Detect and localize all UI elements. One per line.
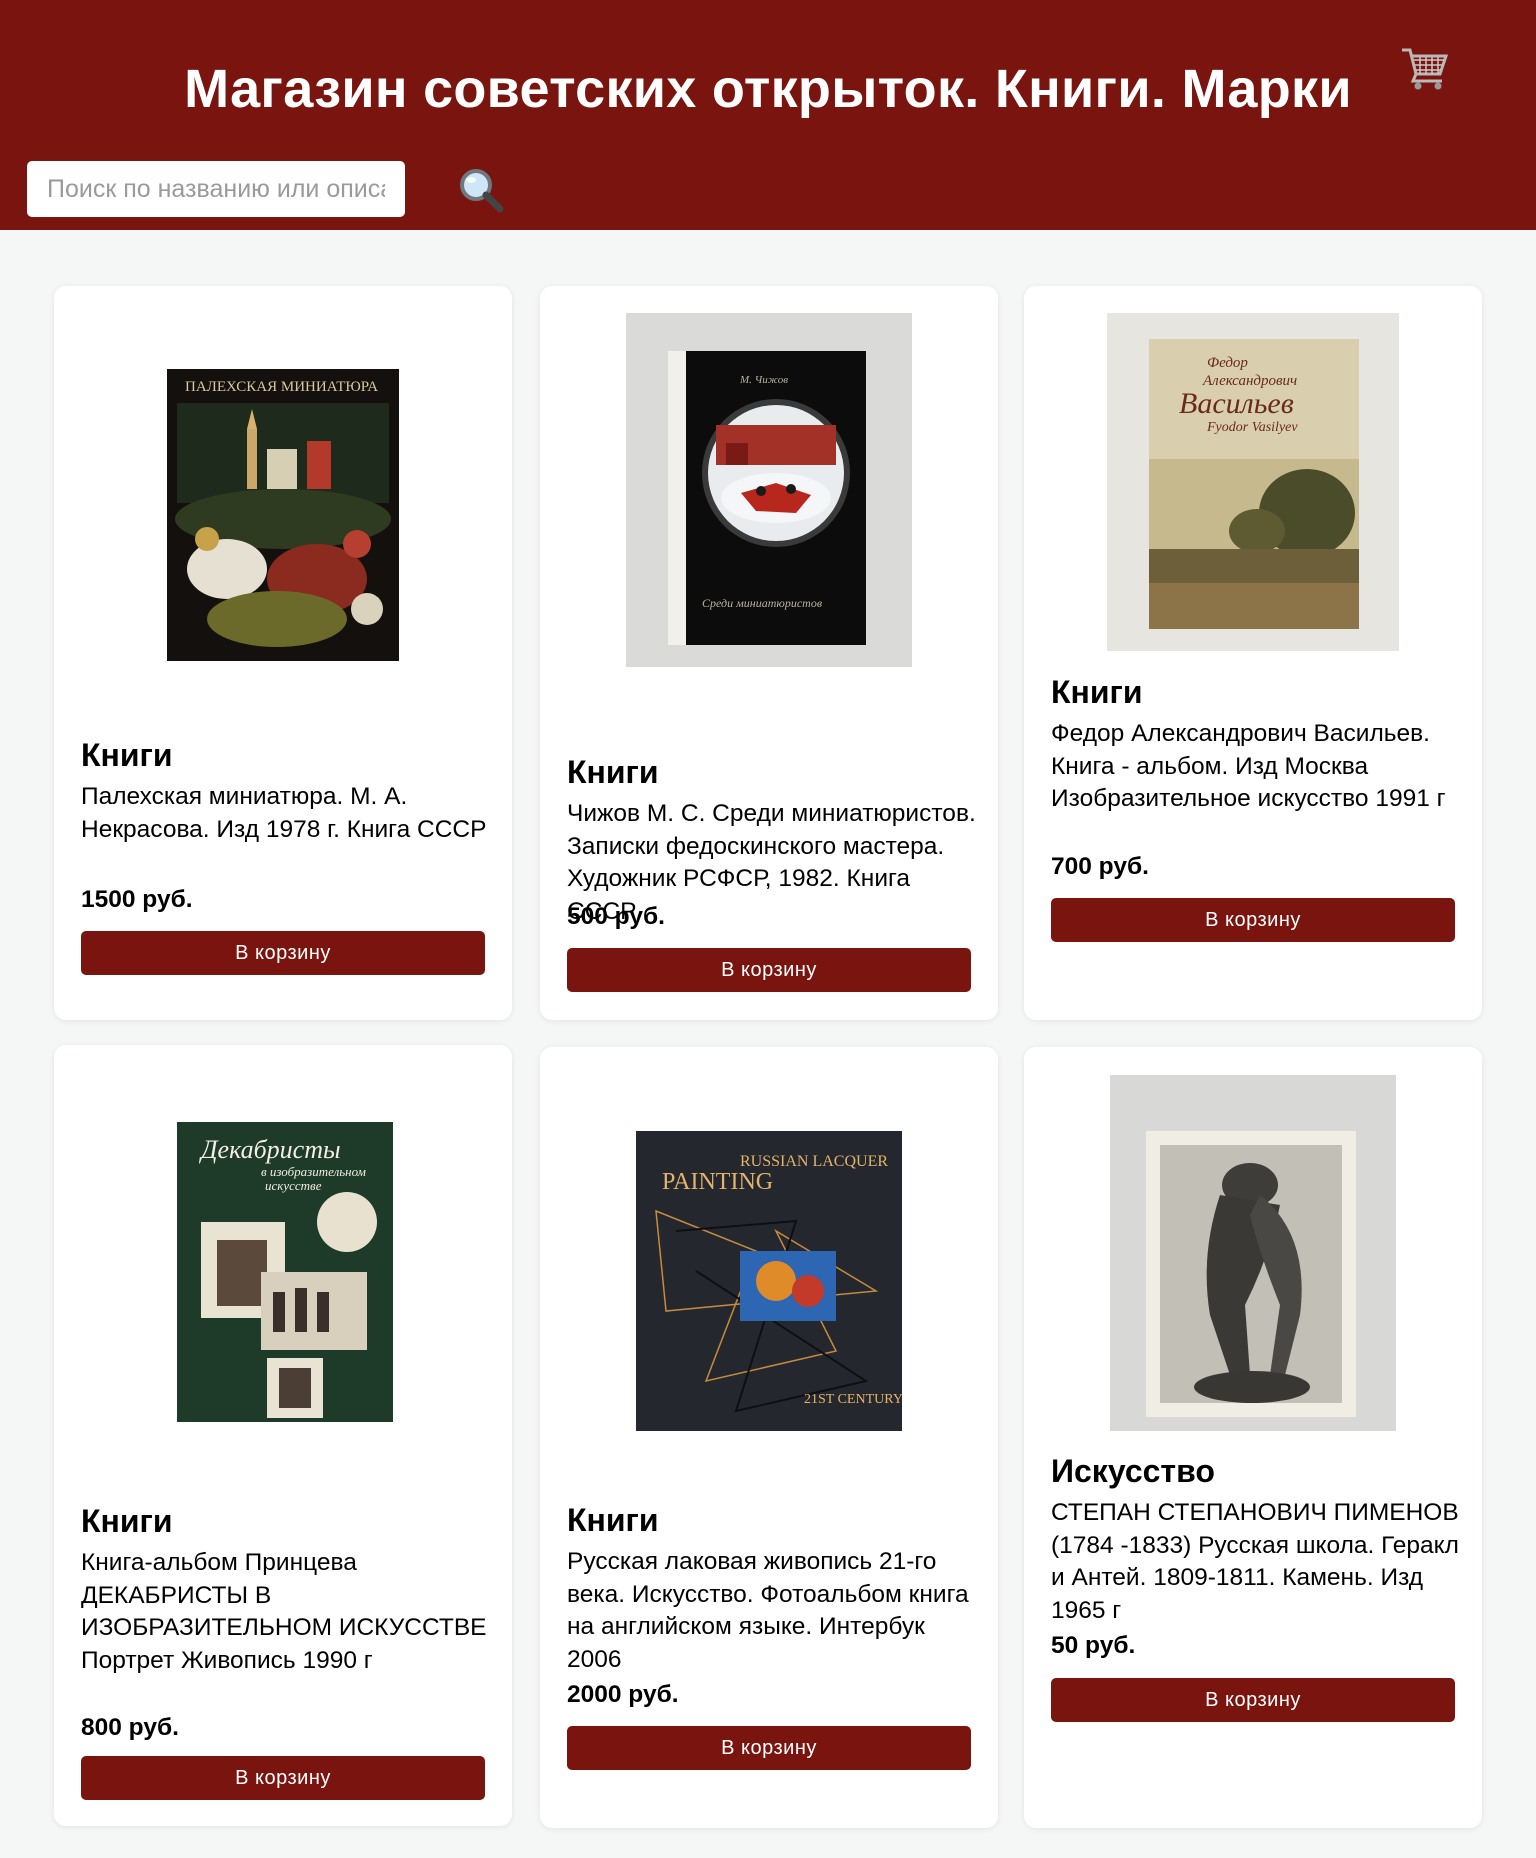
product-description: Федор Александрович Васильев. Книга - ал…	[1051, 720, 1446, 812]
product-category: Книги	[81, 737, 173, 773]
svg-text:в изобразительном: в изобразительном	[261, 1164, 366, 1179]
product-card: RUSSIAN LACQUER PAINTING 21ST CENTURY Кн…	[540, 1047, 998, 1828]
product-price: 50 руб.	[1051, 1632, 1136, 1659]
product-category: Книги	[567, 1502, 659, 1538]
product-description: Палехская миниатюра. М. А. Некрасова. Из…	[81, 783, 487, 843]
product-category: Искусство	[1051, 1453, 1215, 1489]
magnifier-icon[interactable]	[455, 166, 509, 216]
product-description: Русская лаковая живопись 21-го века. Иск…	[567, 1548, 969, 1673]
svg-text:ПАЛЕХСКАЯ МИНИАТЮРА: ПАЛЕХСКАЯ МИНИАТЮРА	[185, 379, 378, 395]
add-to-cart-button[interactable]: В корзину	[1051, 1678, 1455, 1722]
add-to-cart-button[interactable]: В корзину	[1051, 898, 1455, 942]
site-header: Магазин советских открыток. Книги. Марки	[0, 0, 1536, 230]
product-category: Книги	[567, 754, 659, 790]
svg-text:Федор: Федор	[1207, 355, 1248, 371]
product-image[interactable]: ПАЛЕХСКАЯ МИНИАТЮРА	[167, 369, 399, 661]
svg-text:искусстве: искусстве	[265, 1178, 322, 1193]
svg-text:Fyodor Vasilyev: Fyodor Vasilyev	[1206, 420, 1298, 435]
add-to-cart-button[interactable]: В корзину	[81, 931, 485, 975]
product-description: СТЕПАН СТЕПАНОВИЧ ПИМЕНОВ (1784 -1833) Р…	[1051, 1499, 1459, 1624]
product-card: Федор Александрович Васильев Fyodor Vasi…	[1024, 286, 1482, 1020]
product-image[interactable]: Декабристы в изобразительном искусстве	[177, 1122, 393, 1422]
product-category: Книги	[1051, 674, 1143, 710]
product-image[interactable]: Федор Александрович Васильев Fyodor Vasi…	[1107, 313, 1399, 651]
product-price: 2000 руб.	[567, 1681, 679, 1708]
svg-text:Васильев: Васильев	[1179, 387, 1294, 420]
product-image[interactable]: RUSSIAN LACQUER PAINTING 21ST CENTURY	[636, 1131, 902, 1431]
product-price: 1500 руб.	[81, 886, 193, 913]
add-to-cart-button[interactable]: В корзину	[567, 1726, 971, 1770]
search-input[interactable]	[27, 161, 405, 217]
product-image[interactable]	[1110, 1075, 1396, 1431]
product-card: М. Чижов Среди миниатюристов Книги Чижов…	[540, 286, 998, 1020]
product-price: 500 руб.	[567, 903, 665, 930]
product-card: Декабристы в изобразительном искусстве К…	[54, 1045, 512, 1826]
product-price: 800 руб.	[81, 1714, 179, 1741]
add-to-cart-button[interactable]: В корзину	[567, 948, 971, 992]
svg-text:Декабристы: Декабристы	[198, 1135, 341, 1164]
product-image[interactable]: М. Чижов Среди миниатюристов	[626, 313, 912, 667]
svg-text:PAINTING: PAINTING	[662, 1169, 773, 1195]
svg-text:21ST CENTURY: 21ST CENTURY	[804, 1392, 902, 1407]
product-description: Книга-альбом Принцева ДЕКАБРИСТЫ В ИЗОБР…	[81, 1549, 487, 1674]
svg-text:Среди миниатюристов: Среди миниатюристов	[702, 596, 822, 610]
product-card: Искусство СТЕПАН СТЕПАНОВИЧ ПИМЕНОВ (178…	[1024, 1047, 1482, 1828]
product-card: ПАЛЕХСКАЯ МИНИАТЮРА Книги Палехская мини…	[54, 286, 512, 1020]
svg-text:RUSSIAN LACQUER: RUSSIAN LACQUER	[740, 1153, 888, 1170]
shopping-cart-icon[interactable]	[1400, 44, 1450, 92]
product-category: Книги	[81, 1503, 173, 1539]
add-to-cart-button[interactable]: В корзину	[81, 1756, 485, 1800]
svg-text:М. Чижов: М. Чижов	[739, 374, 788, 386]
site-title: Магазин советских открыток. Книги. Марки	[184, 59, 1352, 119]
product-price: 700 руб.	[1051, 853, 1149, 880]
